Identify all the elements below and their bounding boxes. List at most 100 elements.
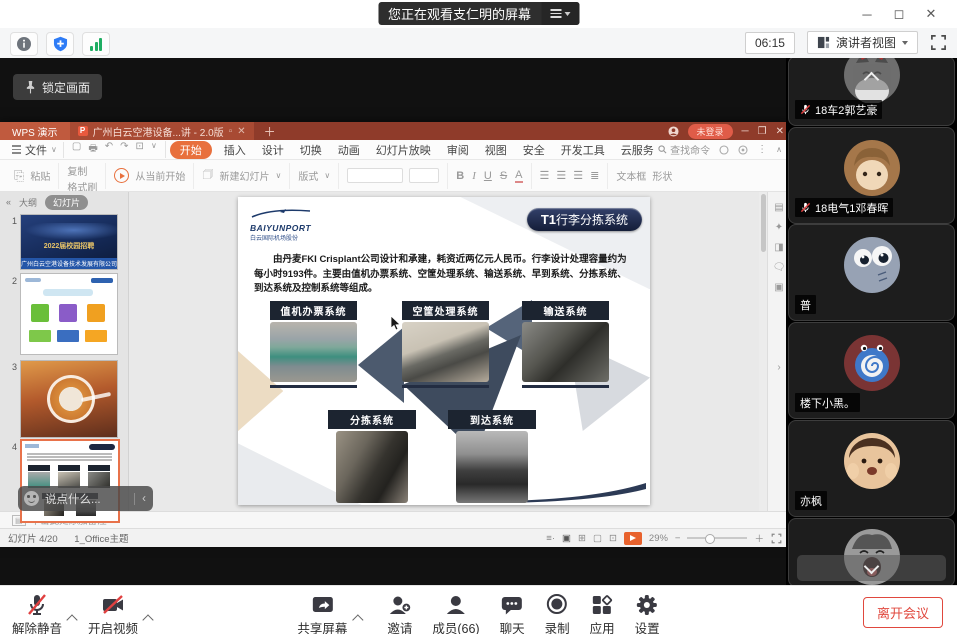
tab-transition[interactable]: 切换 bbox=[292, 142, 330, 158]
members-button[interactable]: 成员(66) bbox=[432, 593, 479, 634]
normal-view-icon[interactable]: ▣ bbox=[562, 533, 571, 544]
comments-pane-icon[interactable]: 🗨 bbox=[773, 262, 786, 273]
current-slide[interactable]: BAIYUNPORT 白云国际机场股份 T1行李分拣系统 由丹麦FKI Cris… bbox=[238, 197, 650, 505]
italic-button[interactable]: I bbox=[472, 170, 476, 182]
play-from-current-button[interactable]: 从当前开始 bbox=[106, 163, 194, 189]
slide-canvas[interactable]: BAIYUNPORT 白云国际机场股份 T1行李分拣系统 由丹麦FKI Cris… bbox=[129, 192, 759, 511]
share-options-chevron[interactable] bbox=[352, 614, 363, 625]
close-button[interactable]: ✕ bbox=[915, 6, 947, 22]
font-name-select[interactable] bbox=[347, 168, 403, 183]
canvas-scrollbar[interactable] bbox=[759, 192, 767, 511]
align-left-icon[interactable]: ☰ bbox=[540, 169, 550, 182]
tab-review[interactable]: 审阅 bbox=[439, 142, 477, 158]
scroll-up-button[interactable] bbox=[853, 64, 891, 90]
tab-security[interactable]: 安全 bbox=[515, 142, 553, 158]
video-options-chevron[interactable] bbox=[142, 614, 153, 625]
participant-tile-5[interactable]: 亦枫 bbox=[788, 420, 955, 517]
tab-design[interactable]: 设计 bbox=[254, 142, 292, 158]
chat-collapse-icon[interactable]: ‹ bbox=[134, 493, 153, 505]
unmute-button[interactable]: 解除静音 bbox=[12, 593, 62, 634]
tab-slides[interactable]: 幻灯片 bbox=[45, 195, 88, 210]
underline-button[interactable]: U bbox=[484, 170, 492, 182]
transition-pane-icon[interactable]: ◨ bbox=[774, 242, 783, 253]
tab-insert[interactable]: 插入 bbox=[216, 142, 254, 158]
collapse-ribbon-icon[interactable]: ∧ bbox=[776, 145, 782, 154]
align-center-icon[interactable]: ☰ bbox=[556, 169, 566, 182]
apps-button[interactable]: 应用 bbox=[590, 593, 615, 634]
bold-button[interactable]: B bbox=[456, 170, 464, 182]
more-menu-icon[interactable]: ⋮ bbox=[757, 144, 767, 155]
tab-view[interactable]: 视图 bbox=[477, 142, 515, 158]
wps-minimize-button[interactable]: ─ bbox=[742, 126, 749, 137]
file-menu[interactable]: 文件 ∨ bbox=[6, 142, 64, 158]
layout-button[interactable]: 版式∨ bbox=[290, 163, 339, 189]
font-size-select[interactable] bbox=[409, 168, 439, 183]
shape-button[interactable]: 形状 bbox=[652, 168, 672, 183]
maximize-button[interactable]: ◻ bbox=[883, 6, 915, 22]
record-button[interactable]: 录制 bbox=[545, 593, 570, 634]
pin-view-button[interactable]: 锁定画面 bbox=[13, 74, 102, 100]
chat-button[interactable]: 聊天 bbox=[500, 593, 525, 634]
scroll-down-button[interactable] bbox=[797, 555, 946, 581]
network-signal-button[interactable] bbox=[82, 32, 110, 56]
thumbnail-slide-3[interactable] bbox=[20, 360, 118, 438]
slideshow-play-button[interactable] bbox=[624, 532, 642, 545]
copy-button[interactable]: 复制 bbox=[67, 163, 87, 178]
tab-animation[interactable]: 动画 bbox=[330, 142, 368, 158]
tab-cloud[interactable]: 云服务 bbox=[613, 142, 662, 158]
participant-tile-3[interactable]: 普 bbox=[788, 224, 955, 321]
thumbnail-slide-1[interactable]: 2022届校园招聘 广州白云空港设备技术发展有限公司 bbox=[20, 214, 118, 270]
collapse-panel-icon[interactable]: « bbox=[6, 197, 11, 207]
zoom-out-button[interactable]: − bbox=[675, 533, 681, 544]
quick-access-toolbar[interactable]: ▢🖶↶↷⊡∨ bbox=[64, 141, 166, 158]
leave-meeting-button[interactable]: 离开会议 bbox=[863, 597, 943, 628]
share-screen-button[interactable]: 共享屏幕 bbox=[297, 593, 347, 634]
line-spacing-icon[interactable]: ≣ bbox=[590, 169, 599, 182]
slideshow-small-icon[interactable]: ⊡ bbox=[609, 533, 617, 544]
fit-slide-icon[interactable] bbox=[771, 533, 782, 544]
notes-toggle-icon[interactable]: ≡· bbox=[546, 533, 555, 544]
participant-tile-6[interactable] bbox=[788, 518, 955, 585]
tab-slideshow[interactable]: 幻灯片放映 bbox=[368, 142, 439, 158]
reading-view-icon[interactable]: ▢ bbox=[593, 533, 602, 544]
comment-icon[interactable] bbox=[719, 145, 729, 155]
wps-document-tab[interactable]: P 广州白云空港设备...讲 - 2.0版 ▫ ✕ bbox=[70, 122, 254, 140]
strike-button[interactable]: S bbox=[500, 170, 507, 182]
textbox-button[interactable]: 文本框 bbox=[616, 168, 646, 183]
tab-close-icon[interactable]: ✕ bbox=[237, 126, 245, 137]
chat-input[interactable]: 说点什么... bbox=[45, 491, 101, 507]
slide-sorter-icon[interactable]: ⊞ bbox=[578, 533, 586, 544]
mic-options-chevron[interactable] bbox=[66, 614, 77, 625]
wps-close-button[interactable]: ✕ bbox=[776, 126, 784, 137]
properties-icon[interactable]: ▤ bbox=[774, 202, 783, 213]
security-shield-button[interactable] bbox=[46, 32, 74, 56]
find-command-box[interactable]: 查找命令 bbox=[658, 142, 710, 157]
expand-panel-icon[interactable]: › bbox=[777, 362, 780, 373]
align-right-icon[interactable]: ☰ bbox=[573, 169, 583, 182]
tab-devtools[interactable]: 开发工具 bbox=[553, 142, 613, 158]
share-doc-icon[interactable] bbox=[738, 145, 748, 155]
new-slide-button[interactable]: 🗇新建幻灯片∨ bbox=[194, 163, 290, 189]
thumbnail-slide-2[interactable] bbox=[20, 273, 118, 355]
settings-button[interactable]: 设置 bbox=[635, 593, 660, 634]
banner-menu-button[interactable] bbox=[541, 2, 579, 25]
participant-tile-2[interactable]: 18电气1邓春晖 bbox=[788, 127, 955, 224]
invite-button[interactable]: 邀请 bbox=[387, 593, 412, 634]
participant-tile-4[interactable]: 楼下小黑。 bbox=[788, 322, 955, 419]
zoom-slider[interactable] bbox=[687, 537, 747, 539]
font-color-button[interactable]: A bbox=[515, 169, 522, 183]
animation-pane-icon[interactable]: ✦ bbox=[775, 222, 783, 233]
paste-button[interactable]: ⎘粘贴 bbox=[6, 163, 59, 189]
meeting-info-button[interactable] bbox=[10, 32, 38, 56]
login-button[interactable]: 未登录 bbox=[688, 124, 733, 139]
start-video-button[interactable]: 开启视频 bbox=[88, 593, 138, 634]
wps-restore-button[interactable]: ❐ bbox=[758, 126, 767, 137]
selection-pane-icon[interactable]: ▣ bbox=[774, 282, 783, 293]
new-tab-button[interactable]: ＋ bbox=[254, 123, 286, 140]
tab-pin-icon[interactable]: ▫ bbox=[229, 126, 233, 137]
fullscreen-button[interactable] bbox=[930, 34, 947, 51]
tab-home[interactable]: 开始 bbox=[170, 141, 212, 159]
wps-app-tab[interactable]: WPS 演示 bbox=[0, 122, 70, 140]
format-painter-button[interactable]: 格式刷 bbox=[67, 179, 97, 193]
minimize-button[interactable]: ─ bbox=[851, 7, 883, 22]
